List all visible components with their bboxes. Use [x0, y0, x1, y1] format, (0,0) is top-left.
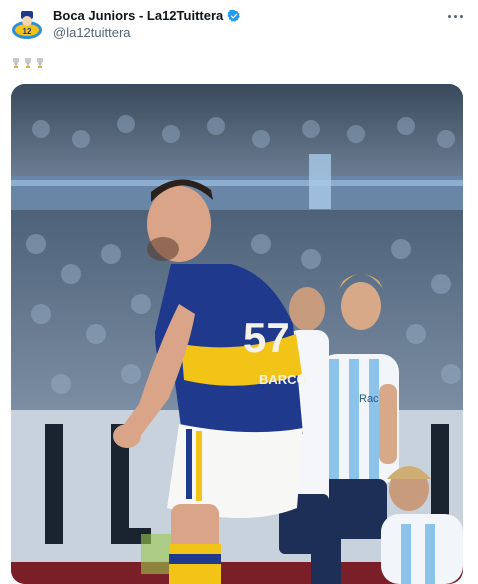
- match-photo: Racing 57 BARCO: [11, 84, 463, 584]
- avatar[interactable]: 12: [10, 8, 44, 42]
- handle[interactable]: @la12tuittera: [53, 25, 131, 40]
- tweet: 12 Boca Juniors - La12Tuittera @la12tuit…: [0, 0, 478, 584]
- more-options-icon: [447, 14, 451, 18]
- trophy-icon: [13, 58, 43, 68]
- more-options-button[interactable]: [444, 6, 466, 26]
- verified-badge-icon: [227, 9, 241, 22]
- tweet-photo[interactable]: Racing 57 BARCO: [11, 84, 463, 584]
- display-name[interactable]: Boca Juniors - La12Tuittera: [53, 8, 223, 23]
- jersey-name: BARCO: [259, 372, 307, 387]
- tweet-text: [11, 57, 47, 69]
- team-crest-icon: 12: [10, 8, 44, 42]
- jersey-number: 57: [243, 314, 290, 361]
- svg-text:12: 12: [23, 27, 32, 36]
- author-row: Boca Juniors - La12Tuittera: [53, 8, 241, 23]
